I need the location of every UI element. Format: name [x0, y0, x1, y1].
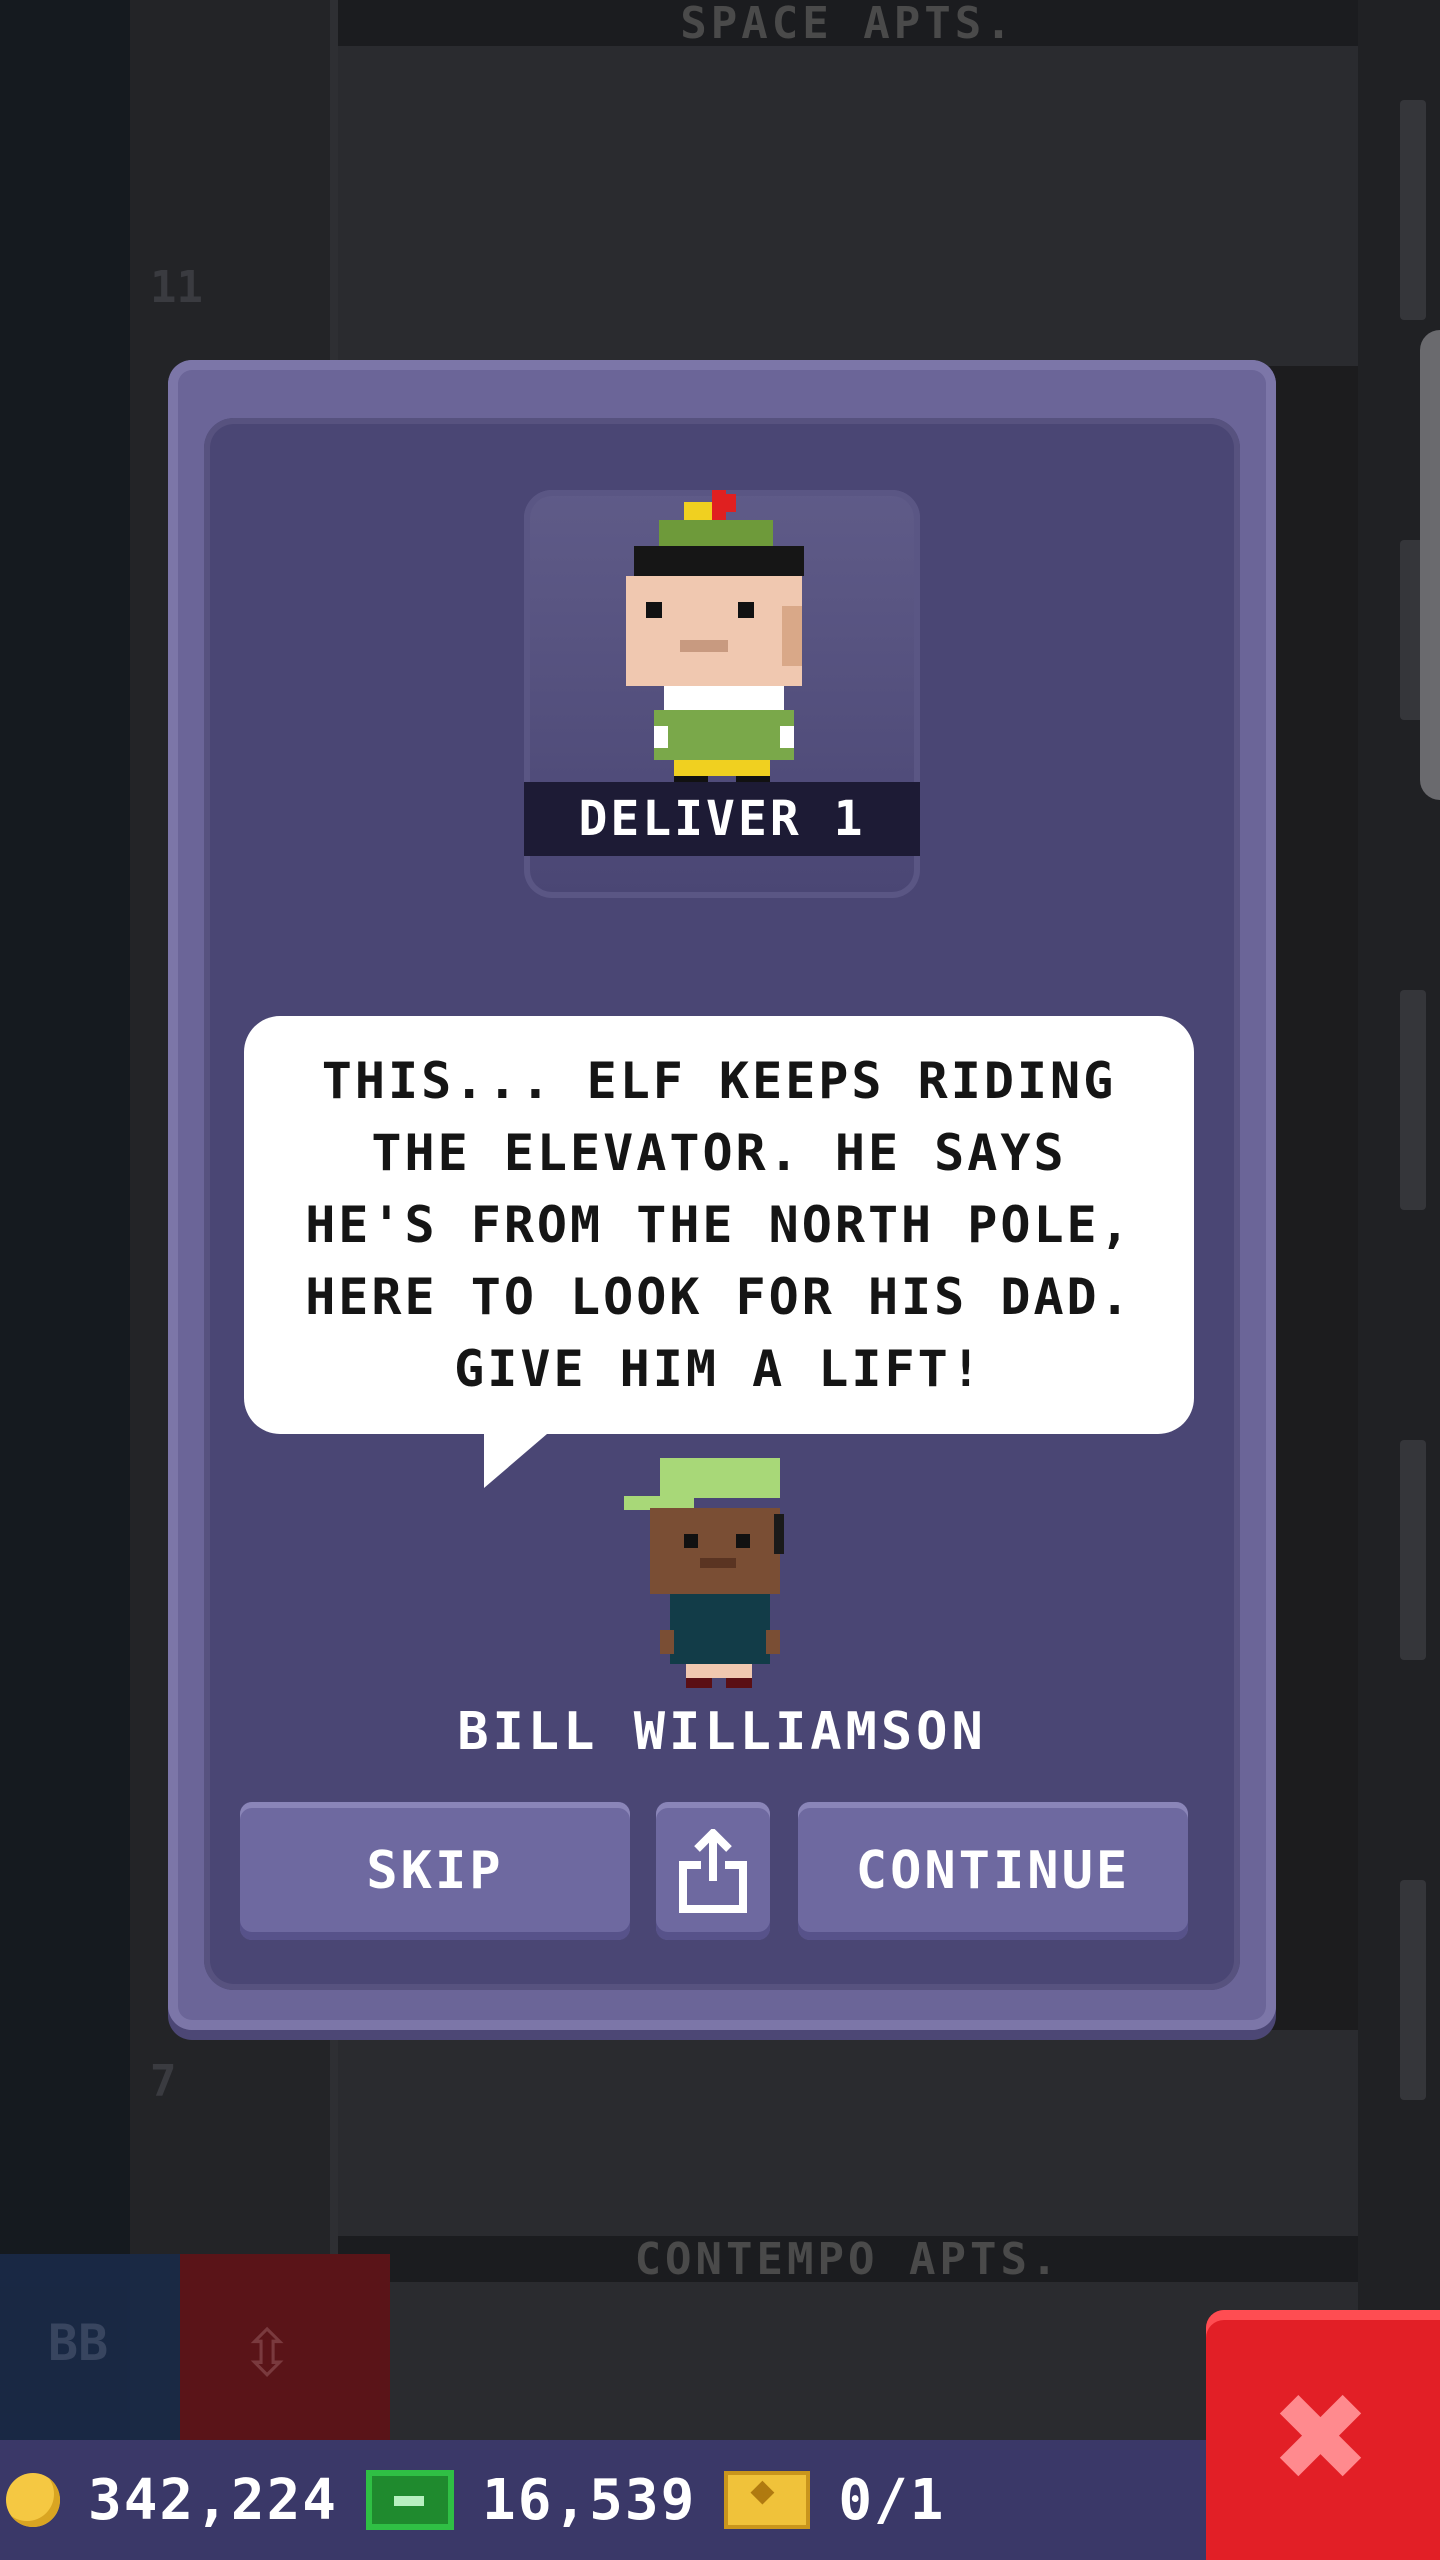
continue-button-label: CONTINUE: [855, 1841, 1131, 1901]
elevator-select-button[interactable]: BB: [0, 2254, 180, 2440]
close-icon: ✖: [1274, 2341, 1372, 2529]
mission-dialog-panel: DELIVER 1 THIS... ELF KEEPS RIDING THE E…: [204, 418, 1240, 1990]
skip-button[interactable]: SKIP: [240, 1802, 630, 1940]
speech-line: THE ELEVATOR. HE SAYS: [371, 1124, 1067, 1182]
mission-label: DELIVER 1: [524, 782, 920, 856]
speech-line: HE'S FROM THE NORTH POLE,: [305, 1196, 1133, 1254]
elevator-select-label: BB: [48, 2314, 109, 2372]
speaker-avatar-icon: [624, 1458, 784, 1688]
ticket-count: 0/1: [838, 2467, 946, 2533]
share-icon: [679, 1829, 747, 1913]
floor-number-7: 7: [150, 2056, 177, 2107]
speech-line: THIS... ELF KEEPS RIDING: [321, 1052, 1117, 1110]
coin-count: 342,224: [88, 2467, 339, 2533]
floor-label-contempo-apts: CONTEMPO APTS.: [338, 2234, 1358, 2285]
share-button[interactable]: [656, 1802, 770, 1940]
golden-ticket-icon: [724, 2467, 811, 2529]
speech-line: HERE TO LOOK FOR HIS DAD.: [305, 1268, 1133, 1326]
floor-number-11: 11: [150, 262, 203, 313]
close-button[interactable]: ✖: [1206, 2310, 1440, 2560]
skip-button-label: SKIP: [366, 1841, 504, 1901]
speech-bubble: THIS... ELF KEEPS RIDING THE ELEVATOR. H…: [244, 1016, 1194, 1434]
currency-bar: 342,224 16,539 0/1: [0, 2440, 1211, 2560]
speaker-name: BILL WILLIAMSON: [457, 1702, 987, 1762]
speech-line: GIVE HIM A LIFT!: [454, 1340, 984, 1398]
up-down-arrows-icon: ⇳: [240, 2294, 295, 2399]
elevator-shaft-dark: [0, 0, 130, 2560]
continue-button[interactable]: CONTINUE: [798, 1802, 1188, 1940]
floor-space-apts: [338, 46, 1358, 366]
elevator-move-button[interactable]: ⇳: [180, 2254, 390, 2440]
speech-bubble-tail: [484, 1428, 554, 1488]
bux-icon: [366, 2470, 455, 2530]
coin-icon: [6, 2473, 60, 2527]
bux-count: 16,539: [482, 2467, 697, 2533]
floor-apartment: [338, 2030, 1358, 2250]
side-scroll-handle[interactable]: [1420, 330, 1440, 800]
floor-label-space-apts: SPACE APTS.: [338, 0, 1358, 49]
mission-dialog: DELIVER 1 THIS... ELF KEEPS RIDING THE E…: [168, 360, 1276, 2030]
elf-character-icon: [626, 490, 804, 790]
floor-contempo-apts: [338, 2282, 1358, 2440]
